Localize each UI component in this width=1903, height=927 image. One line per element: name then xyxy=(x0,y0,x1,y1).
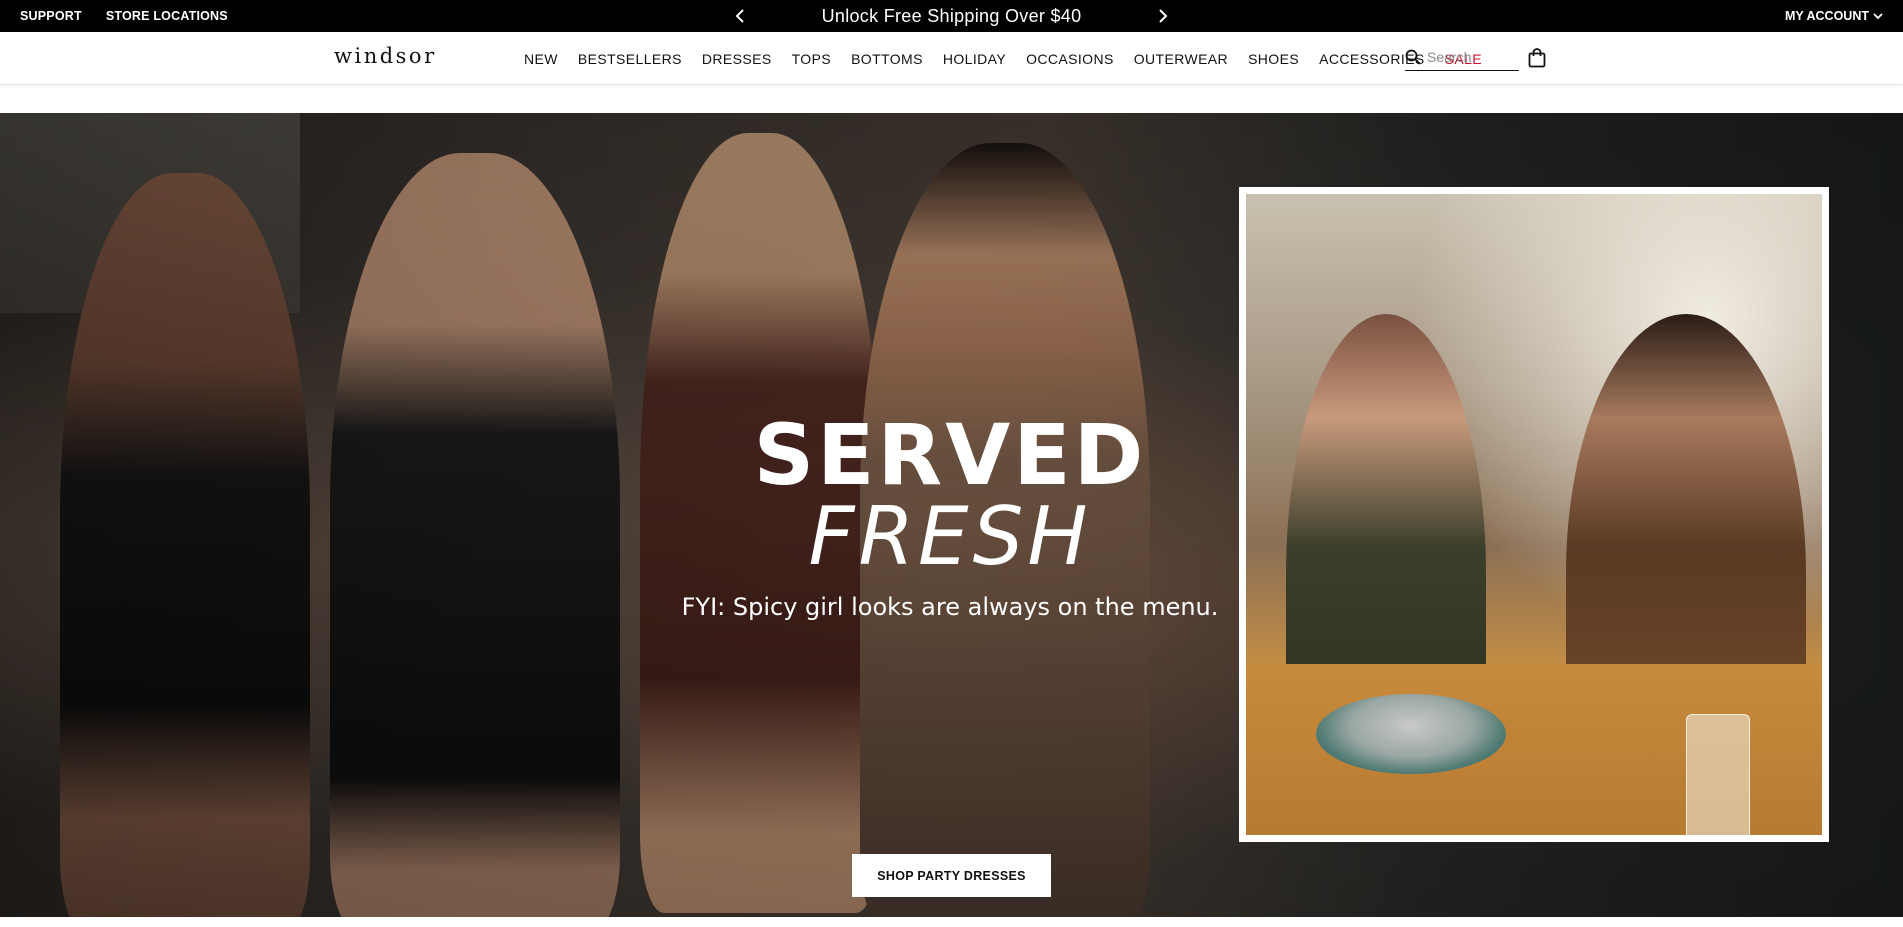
inset-photo xyxy=(1246,194,1822,835)
nav-item-bestsellers[interactable]: BESTSELLERS xyxy=(578,51,682,67)
hero-headline: SERVED FRESH xyxy=(700,413,1200,577)
my-account-menu[interactable]: MY ACCOUNT xyxy=(1785,0,1883,32)
nav-item-occasions[interactable]: OCCASIONS xyxy=(1026,51,1114,67)
search-input[interactable] xyxy=(1427,48,1517,65)
windsor-logo[interactable]: windsor xyxy=(334,44,437,68)
nav-item-bottoms[interactable]: BOTTOMS xyxy=(851,51,923,67)
chevron-left-icon xyxy=(735,9,744,23)
nav-item-holiday[interactable]: HOLIDAY xyxy=(943,51,1006,67)
utility-links: SUPPORT STORE LOCATIONS xyxy=(20,0,228,32)
nav-item-shoes[interactable]: SHOES xyxy=(1248,51,1299,67)
promo-message: Unlock Free Shipping Over $40 xyxy=(821,5,1082,26)
nav-item-new[interactable]: NEW xyxy=(524,51,558,67)
category-menu: NEW BESTSELLERS DRESSES TOPS BOTTOMS HOL… xyxy=(524,32,1502,85)
promo-next-button[interactable] xyxy=(1153,6,1173,26)
inset-photo-frame xyxy=(1239,187,1829,842)
nav-item-outerwear[interactable]: OUTERWEAR xyxy=(1134,51,1228,67)
search-icon[interactable] xyxy=(1405,49,1421,65)
shopping-bag-button[interactable] xyxy=(1528,48,1546,73)
chevron-right-icon xyxy=(1159,9,1168,23)
promo-carousel: Unlock Free Shipping Over $40 xyxy=(730,0,1173,32)
shop-party-dresses-button[interactable]: SHOP PARTY DRESSES xyxy=(852,854,1051,897)
headline-line-2: FRESH xyxy=(808,490,1092,583)
nav-item-tops[interactable]: TOPS xyxy=(792,51,831,67)
chevron-down-icon xyxy=(1873,13,1883,20)
my-account-label: MY ACCOUNT xyxy=(1784,9,1869,23)
headline-line-1: SERVED xyxy=(753,406,1147,504)
shopping-bag-icon xyxy=(1528,48,1546,68)
store-locations-link[interactable]: STORE LOCATIONS xyxy=(106,9,228,23)
hero-banner: SERVED FRESH FYI: Spicy girl looks are a… xyxy=(0,113,1903,917)
main-navigation: windsor NEW BESTSELLERS DRESSES TOPS BOT… xyxy=(0,32,1903,85)
hero-subheadline: FYI: Spicy girl looks are always on the … xyxy=(681,593,1219,621)
nav-item-dresses[interactable]: DRESSES xyxy=(702,51,772,67)
announcement-bar: SUPPORT STORE LOCATIONS Unlock Free Ship… xyxy=(0,0,1903,32)
support-link[interactable]: SUPPORT xyxy=(20,9,82,23)
photo-glass xyxy=(1686,714,1750,835)
search-box xyxy=(1405,43,1519,71)
promo-prev-button[interactable] xyxy=(730,6,750,26)
photo-bowl xyxy=(1316,694,1506,774)
